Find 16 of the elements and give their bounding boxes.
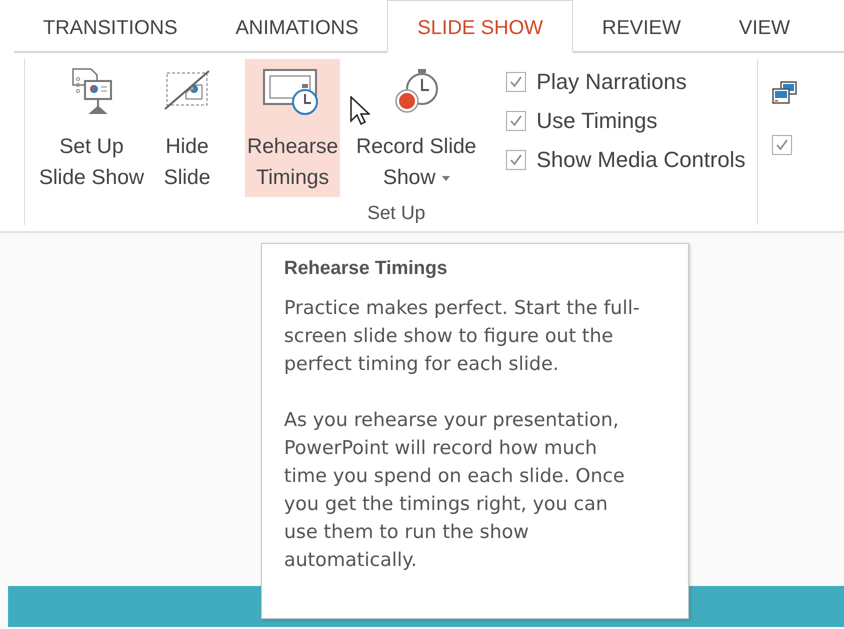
tooltip-text: As you rehearse your presentation, PowerPoint will record how much time you spend on each slide. Once you get the timings right, you can use them to run the show automatically. (284, 408, 626, 573)
checkbox-label[interactable]: Show Media Controls (536, 147, 746, 173)
monitors-icon (772, 81, 798, 105)
ribbon-button[interactable]: Set Up Slide Show (37, 59, 146, 197)
ribbon-button[interactable]: Hide Slide (160, 59, 214, 197)
checkbox[interactable] (506, 150, 526, 170)
ribbon-button[interactable]: Rehearse Timings (245, 59, 340, 197)
mouse-pointer-icon (350, 96, 370, 126)
checkbox[interactable] (506, 72, 526, 92)
checkbox-label[interactable]: Use Timings (536, 108, 658, 134)
checkbox-label[interactable]: Play Narrations (536, 69, 687, 95)
group-label: Set Up (366, 203, 426, 225)
checkbox[interactable] (506, 111, 526, 131)
tooltip-title: Rehearse Timings (284, 258, 448, 280)
checkbox[interactable] (772, 135, 792, 155)
tooltip-text: Practice makes perfect. Start the full-screen slide show to figure out the perfect timing for each slide. (284, 296, 641, 377)
